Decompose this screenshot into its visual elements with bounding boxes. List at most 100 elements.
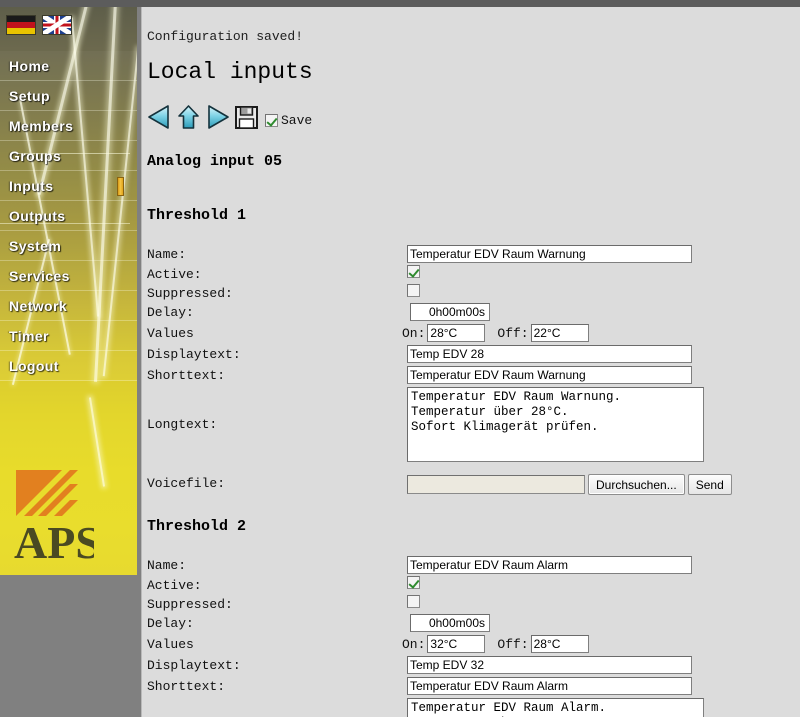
sidebar-item-label: Setup (9, 88, 50, 104)
on-label: On: (402, 325, 426, 341)
values-label: Values (147, 326, 194, 341)
english-flag-icon[interactable] (42, 15, 72, 35)
save-label: Save (281, 113, 313, 128)
form-row: Displaytext: (142, 656, 800, 676)
longtext-textarea[interactable] (407, 698, 704, 717)
displaytext-input[interactable] (407, 345, 692, 363)
sidebar-item-system[interactable]: System (0, 231, 137, 261)
save-checkbox[interactable] (265, 114, 278, 127)
sidebar-item-label: Network (9, 298, 68, 314)
delay-input[interactable] (410, 614, 490, 632)
page-root: Home Setup Members Groups Inputs Outputs Syste… (0, 0, 800, 717)
off-label: Off: (497, 325, 529, 341)
on-value-input[interactable] (427, 324, 486, 342)
form-control (407, 387, 704, 462)
values-label: Values (147, 637, 194, 652)
sidebar-nav: Home Setup Members Groups Inputs Outputs Syste… (0, 51, 137, 381)
voicefile-label: Voicefile: (147, 476, 226, 491)
form-row: Shorttext: (142, 366, 800, 386)
form-row: Values On: Off: (142, 635, 800, 655)
browse-button[interactable]: Durchsuchen... (588, 474, 685, 495)
form-control (407, 595, 420, 608)
sidebar-item-label: System (9, 238, 62, 254)
form-control (407, 366, 692, 384)
off-label: Off: (497, 636, 529, 652)
form-row: Name: (142, 245, 800, 265)
sidebar: Home Setup Members Groups Inputs Outputs Syste… (0, 7, 137, 575)
form-control: On: Off: (402, 324, 589, 342)
sidebar-item-logout[interactable]: Logout (0, 351, 137, 381)
form-control (407, 698, 704, 717)
name-label: Name: (147, 247, 187, 262)
sidebar-item-groups[interactable]: Groups (0, 141, 137, 171)
form-row: Voicefile: Durchsuchen... Send (142, 474, 800, 495)
shorttext-input[interactable] (407, 677, 692, 695)
form-row: Name: (142, 556, 800, 576)
form-row: Suppressed: (142, 284, 800, 304)
form-row: Active: (142, 265, 800, 285)
suppressed-checkbox[interactable] (407, 284, 420, 297)
displaytext-input[interactable] (407, 656, 692, 674)
active-indicator (117, 177, 124, 196)
delay-input[interactable] (410, 303, 490, 321)
sidebar-item-label: Timer (9, 328, 49, 344)
form-row: Shorttext: (142, 677, 800, 697)
german-flag-icon[interactable] (6, 15, 36, 35)
active-checkbox[interactable] (407, 265, 420, 278)
displaytext-label: Displaytext: (147, 347, 241, 362)
sidebar-item-services[interactable]: Services (0, 261, 137, 291)
right-arrow-icon[interactable] (204, 104, 231, 130)
form-row: Values On: Off: (142, 324, 800, 344)
name-input[interactable] (407, 245, 692, 263)
up-arrow-icon[interactable] (175, 104, 202, 130)
name-input[interactable] (407, 556, 692, 574)
sidebar-item-label: Members (9, 118, 74, 134)
form-control (407, 245, 692, 263)
form-row: Suppressed: (142, 595, 800, 615)
sidebar-item-inputs[interactable]: Inputs (0, 171, 137, 201)
displaytext-label: Displaytext: (147, 658, 241, 673)
form-control (407, 576, 420, 589)
longtext-label: Longtext: (147, 417, 218, 432)
active-label: Active: (147, 578, 202, 593)
form-control (410, 614, 490, 632)
sidebar-item-home[interactable]: Home (0, 51, 137, 81)
sidebar-item-outputs[interactable]: Outputs (0, 201, 137, 231)
threshold-title: Threshold 1 (147, 207, 247, 224)
sidebar-item-setup[interactable]: Setup (0, 81, 137, 111)
floppy-disk-icon[interactable] (233, 104, 259, 130)
form-row: Delay: (142, 614, 800, 634)
sidebar-item-network[interactable]: Network (0, 291, 137, 321)
left-arrow-icon[interactable] (146, 104, 173, 130)
input-subtitle: Analog input 05 (147, 153, 283, 170)
form-control (407, 265, 420, 278)
on-value-input[interactable] (427, 635, 486, 653)
status-message: Configuration saved! (147, 29, 304, 44)
form-row: Longtext: (142, 387, 800, 462)
form-control (410, 303, 490, 321)
longtext-textarea[interactable] (407, 387, 704, 462)
off-value-input[interactable] (530, 635, 589, 653)
form-control (407, 677, 692, 695)
form-control (407, 556, 692, 574)
form-control (407, 345, 692, 363)
sidebar-item-members[interactable]: Members (0, 111, 137, 141)
aps-logo: APS (14, 462, 94, 572)
sidebar-item-timer[interactable]: Timer (0, 321, 137, 351)
content-pane: Configuration saved! Local inputs Save A… (141, 7, 800, 717)
active-checkbox[interactable] (407, 576, 420, 589)
suppressed-checkbox[interactable] (407, 595, 420, 608)
language-flags (6, 15, 72, 35)
sidebar-item-label: Groups (9, 148, 62, 164)
shorttext-input[interactable] (407, 366, 692, 384)
sidebar-item-label: Logout (9, 358, 59, 374)
form-row: Delay: (142, 303, 800, 323)
off-value-input[interactable] (530, 324, 589, 342)
voicefile-input[interactable] (407, 475, 585, 494)
form-control: On: Off: (402, 635, 589, 653)
send-button[interactable]: Send (687, 474, 732, 495)
page-title: Local inputs (147, 59, 313, 85)
sidebar-item-label: Inputs (9, 178, 54, 194)
shorttext-label: Shorttext: (147, 679, 226, 694)
threshold-title: Threshold 2 (147, 518, 247, 535)
